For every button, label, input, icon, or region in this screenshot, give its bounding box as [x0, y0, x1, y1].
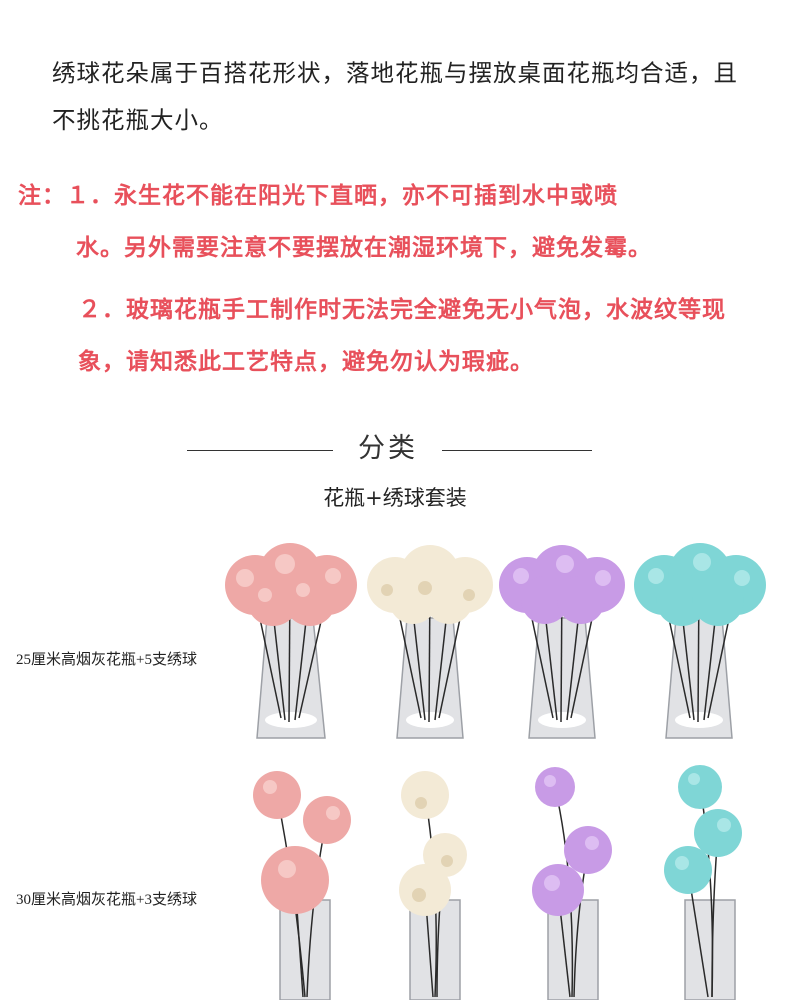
purple-hydrangea-3-stem-vase — [532, 767, 612, 1000]
teal-hydrangea-bouquet-vase — [634, 543, 766, 739]
product-image-row2-pink[interactable] — [245, 765, 360, 1000]
note-2: ２．玻璃花瓶手工制作时无法完全避免无小气泡，水波纹等现象，请知悉此工艺特点，避免… — [78, 297, 726, 375]
note-1-line-2: 水。另外需要注意不要摆放在潮湿环境下，避免发霉。 — [76, 235, 652, 261]
cream-hydrangea-3-stem-vase — [399, 771, 467, 1000]
product-image-row1-teal[interactable] — [630, 540, 770, 745]
note-1: 注：１．永生花不能在阳光下直晒，亦不可插到水中或喷 水。另外需要注意不要摆放在潮… — [18, 170, 763, 274]
cream-hydrangea-bouquet-vase — [367, 545, 493, 739]
product-image-row2-purple[interactable] — [520, 765, 625, 1000]
pink-hydrangea-3-stem-vase — [253, 771, 351, 1000]
section-header: 分类 — [0, 424, 790, 468]
note-1-line-1: 注：１．永生花不能在阳光下直晒，亦不可插到水中或喷 — [18, 183, 618, 209]
intro-paragraph: 绣球花朵属于百搭花形状，落地花瓶与摆放桌面花瓶均合适，且不挑花瓶大小。 — [52, 59, 738, 134]
pink-hydrangea-bouquet-vase — [225, 543, 357, 739]
section-subtitle: 花瓶+绣球套装 — [323, 486, 467, 510]
divider-right — [442, 450, 592, 451]
product-image-row1-cream[interactable] — [365, 540, 495, 745]
product-image-row2-cream[interactable] — [385, 765, 485, 1000]
product-image-row1-pink[interactable] — [215, 540, 365, 745]
section-title: 分类 — [358, 433, 418, 464]
row-1-label: 25厘米高烟灰花瓶+5支绣球 — [16, 652, 197, 668]
product-image-row2-teal[interactable] — [660, 765, 765, 1000]
teal-hydrangea-3-stem-vase — [664, 765, 742, 1000]
purple-hydrangea-bouquet-vase — [499, 545, 625, 739]
product-image-row1-purple[interactable] — [495, 540, 630, 745]
row-2-label: 30厘米高烟灰花瓶+3支绣球 — [16, 892, 197, 908]
divider-left — [187, 450, 333, 451]
